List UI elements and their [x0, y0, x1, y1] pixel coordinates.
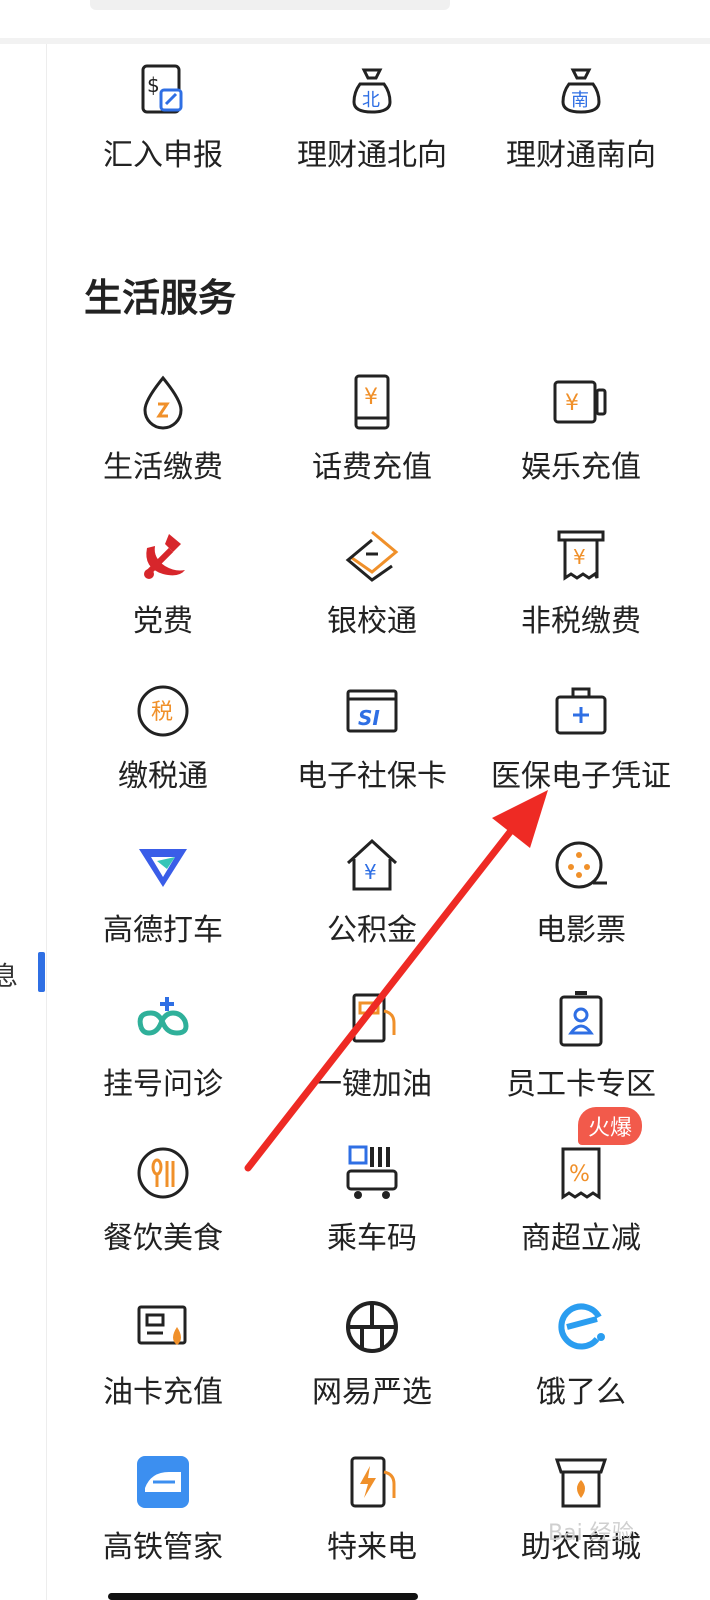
service-label: 公积金 — [327, 913, 417, 948]
bus-qr-icon — [342, 1143, 402, 1203]
tax-icon: 税 — [133, 681, 193, 741]
bank-school-icon — [342, 526, 402, 586]
netease-yanxuan-icon — [342, 1297, 402, 1357]
eleme-icon — [551, 1297, 611, 1357]
category-sidebar — [0, 44, 47, 1600]
service-label: 医保电子凭证 — [491, 759, 671, 794]
service-label: 乘车码 — [327, 1221, 417, 1256]
service-entertainment-topup[interactable]: ¥ 娱乐充值 — [471, 372, 691, 512]
svg-text:北: 北 — [362, 90, 380, 111]
svg-text:%: % — [569, 1162, 590, 1187]
service-label: 生活缴费 — [103, 450, 223, 485]
service-label: 特来电 — [327, 1530, 417, 1565]
utility-drop-icon — [133, 372, 193, 432]
section-title: 生活服务 — [84, 276, 237, 320]
service-movie-ticket[interactable]: 电影票 — [471, 835, 691, 975]
service-eleme[interactable]: 饿了么 — [471, 1297, 691, 1437]
service-tax[interactable]: 税 缴税通 — [53, 681, 273, 821]
service-utility[interactable]: 生活缴费 — [53, 372, 273, 512]
service-one-click-fuel[interactable]: 一键加油 — [262, 989, 482, 1129]
service-employee-card[interactable]: 员工卡专区 — [471, 989, 691, 1129]
farm-shop-icon — [551, 1452, 611, 1512]
service-label: 网易严选 — [312, 1375, 432, 1410]
svg-text:¥: ¥ — [364, 385, 378, 410]
medical-kit-icon — [551, 681, 611, 741]
top-bar — [0, 0, 710, 44]
northbound-moneybag-icon: 北 — [342, 60, 402, 120]
service-label: 党费 — [133, 604, 193, 639]
housing-fund-icon: ¥ — [342, 835, 402, 895]
service-northbound[interactable]: 北 理财通北向 — [262, 60, 482, 200]
high-speed-rail-icon — [133, 1452, 193, 1512]
service-amap-taxi[interactable]: 高德打车 — [53, 835, 273, 975]
service-social-security-card[interactable]: SI 电子社保卡 — [262, 681, 482, 821]
service-hospital-registration[interactable]: 挂号问诊 — [53, 989, 273, 1129]
service-label: 员工卡专区 — [506, 1067, 656, 1102]
service-label: 理财通北向 — [297, 138, 447, 173]
ev-charging-icon — [342, 1452, 402, 1512]
service-label: 饿了么 — [536, 1375, 626, 1410]
service-bank-school[interactable]: 银校通 — [262, 526, 482, 666]
entertainment-topup-icon: ¥ — [551, 372, 611, 432]
svg-text:¥: ¥ — [364, 860, 377, 884]
southbound-moneybag-icon: 南 — [551, 60, 611, 120]
svg-text:SI: SI — [358, 706, 380, 730]
service-label: 餐饮美食 — [103, 1221, 223, 1256]
remittance-declare-icon: $ — [133, 60, 193, 120]
social-security-card-icon: SI — [342, 681, 402, 741]
service-medical-insurance-voucher[interactable]: 医保电子凭证 — [471, 681, 691, 821]
service-label: 高德打车 — [103, 913, 223, 948]
service-label: 银校通 — [327, 604, 417, 639]
service-label: 话费充值 — [312, 450, 432, 485]
service-label: 一键加油 — [312, 1067, 432, 1102]
service-label: 高铁管家 — [103, 1530, 223, 1565]
service-label: 挂号问诊 — [103, 1067, 223, 1102]
fuel-pump-icon — [342, 989, 402, 1049]
service-label: 电子社保卡 — [297, 759, 447, 794]
svg-text:南: 南 — [571, 90, 589, 111]
non-tax-receipt-icon: ¥ — [551, 526, 611, 586]
discount-receipt-icon: % — [551, 1143, 611, 1203]
service-housing-fund[interactable]: ¥ 公积金 — [262, 835, 482, 975]
service-non-tax[interactable]: ¥ 非税缴费 — [471, 526, 691, 666]
service-label: 汇入申报 — [103, 138, 223, 173]
service-label: 非税缴费 — [521, 604, 641, 639]
svg-text:¥: ¥ — [565, 391, 579, 416]
hospital-registration-icon — [133, 989, 193, 1049]
employee-badge-icon — [551, 989, 611, 1049]
svg-text:¥: ¥ — [573, 545, 586, 569]
service-label: 理财通南向 — [506, 138, 656, 173]
service-remittance-declare[interactable]: $ 汇入申报 — [53, 60, 273, 200]
service-label: 油卡充值 — [103, 1375, 223, 1410]
svg-text:$: $ — [147, 73, 160, 97]
sidebar-active-indicator — [38, 952, 45, 992]
service-party-fee[interactable]: 党费 — [53, 526, 273, 666]
service-high-speed-rail[interactable]: 高铁管家 — [53, 1452, 273, 1592]
fuel-card-icon — [133, 1297, 193, 1357]
service-netease-yanxuan[interactable]: 网易严选 — [262, 1297, 482, 1437]
party-emblem-icon — [133, 526, 193, 586]
service-label: 娱乐充值 — [521, 450, 641, 485]
service-supermarket-discount[interactable]: % 商超立减 — [471, 1143, 691, 1283]
service-phone-topup[interactable]: ¥ 话费充值 — [262, 372, 482, 512]
service-label: 商超立减 — [521, 1221, 641, 1256]
dining-icon — [133, 1143, 193, 1203]
service-dining[interactable]: 餐饮美食 — [53, 1143, 273, 1283]
service-label: 缴税通 — [118, 759, 208, 794]
amap-taxi-icon — [133, 835, 193, 895]
service-fuel-card[interactable]: 油卡充值 — [53, 1297, 273, 1437]
top-bar-cutoff — [90, 0, 450, 10]
service-bus-code[interactable]: 乘车码 — [262, 1143, 482, 1283]
home-indicator — [108, 1593, 418, 1600]
sidebar-item-label[interactable]: 息 — [0, 956, 18, 993]
movie-reel-icon — [551, 835, 611, 895]
watermark: Bai 经验 — [548, 1521, 634, 1546]
service-label: 电影票 — [536, 913, 626, 948]
phone-topup-icon: ¥ — [342, 372, 402, 432]
service-ev-charging[interactable]: 特来电 — [262, 1452, 482, 1592]
hot-badge: 火爆 — [578, 1107, 643, 1145]
service-southbound[interactable]: 南 理财通南向 — [471, 60, 691, 200]
svg-text:税: 税 — [151, 700, 173, 725]
